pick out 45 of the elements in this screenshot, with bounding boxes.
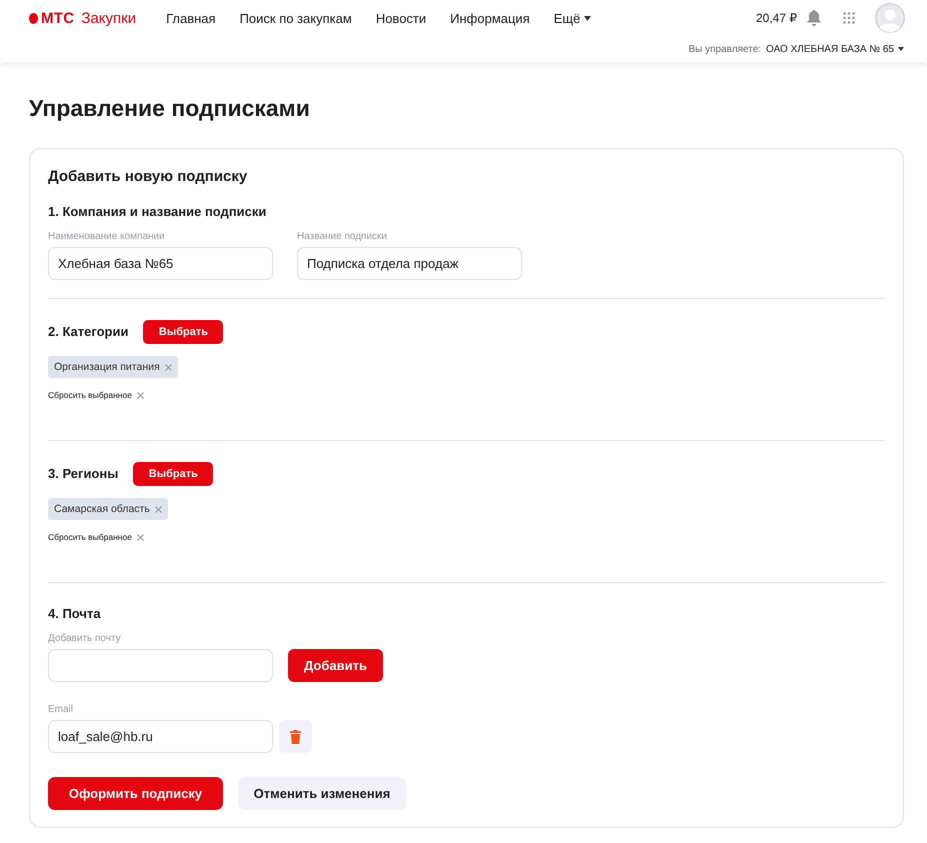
field-label: Email: [48, 704, 74, 716]
email-field[interactable]: loaf_sale@hb.ru: [48, 720, 273, 753]
email-input-field[interactable]: [48, 649, 273, 682]
trash-icon: [290, 730, 301, 744]
tag-chip[interactable]: Организация питания: [48, 356, 178, 378]
input-field[interactable]: Подписка отдела продаж: [297, 247, 522, 280]
select-button[interactable]: Выбрать: [133, 462, 214, 486]
close-icon: [136, 534, 144, 540]
nav-link[interactable]: Поиск по закупкам: [240, 10, 352, 26]
close-icon: [136, 392, 144, 398]
caret-icon: [584, 16, 592, 20]
cancel-button[interactable]: Отменить изменения: [238, 777, 406, 810]
balance[interactable]: 20,47 ₽: [756, 11, 797, 25]
close-icon[interactable]: [164, 364, 172, 370]
nav-link[interactable]: Главная: [166, 10, 216, 26]
logo-name[interactable]: Закупки: [81, 10, 136, 26]
submit-button[interactable]: Оформить подписку: [48, 777, 223, 810]
reset-selection-link[interactable]: Сбросить выбранное: [48, 390, 144, 400]
caret-icon: [898, 47, 904, 51]
section-heading: 1. Компания и название подписки: [48, 203, 268, 221]
apps-grid-icon[interactable]: [843, 12, 855, 24]
nav-link[interactable]: Новости: [376, 10, 426, 26]
section-heading: 4. Почта: [48, 605, 102, 623]
more-menu[interactable]: Ещё: [554, 10, 592, 26]
delete-button[interactable]: [279, 720, 312, 753]
section-heading: 3. Регионы: [48, 465, 118, 483]
tag-chip[interactable]: Самарская область: [48, 498, 168, 520]
form-title: Добавить новую подписку: [48, 167, 248, 187]
bell-icon[interactable]: [807, 10, 821, 26]
organization-selector[interactable]: ОАО ХЛЕБНАЯ БАЗА № 65: [766, 44, 904, 54]
logo-brand[interactable]: МТС: [41, 10, 74, 26]
input-field[interactable]: Хлебная база №65: [48, 247, 273, 280]
select-button[interactable]: Выбрать: [143, 320, 224, 344]
field-label: Добавить почту: [48, 633, 122, 645]
managing-label: Вы управляете:: [688, 44, 762, 54]
egg-logo-icon: [29, 12, 38, 24]
field-label: Название подписки: [297, 231, 388, 243]
page-title: Управление подписками: [29, 94, 311, 122]
section-heading: 2. Категории: [48, 323, 128, 341]
add-button[interactable]: Добавить: [288, 649, 383, 682]
nav-link[interactable]: Информация: [450, 10, 530, 26]
field-label: Наименование компании: [48, 231, 166, 243]
close-icon[interactable]: [154, 506, 162, 512]
reset-selection-link[interactable]: Сбросить выбранное: [48, 532, 144, 542]
avatar-icon[interactable]: [875, 3, 905, 33]
